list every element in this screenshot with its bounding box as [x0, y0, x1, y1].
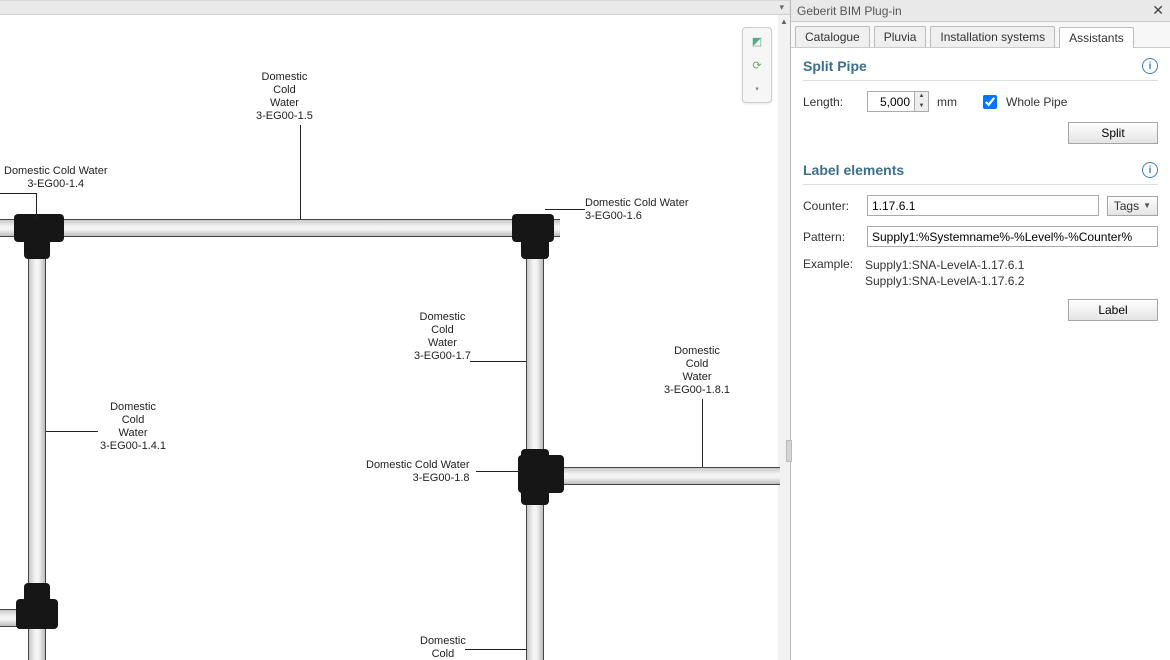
pattern-label: Pattern: [803, 230, 859, 244]
pipe-fitting-tee[interactable] [521, 487, 549, 505]
example-block: Example: Supply1:SNA-LevelA-1.17.6.1 Sup… [803, 257, 1158, 289]
info-icon[interactable]: i [1142, 162, 1158, 178]
whole-pipe-label: Whole Pipe [1006, 95, 1067, 109]
pattern-row: Pattern: [803, 226, 1158, 247]
pipe-label: Domestic Cold Water 3-EG00-1.8 [366, 459, 470, 485]
label-elements-heading: Label elements [803, 162, 904, 178]
leader-line [476, 471, 520, 472]
tab-catalogue[interactable]: Catalogue [795, 26, 870, 47]
leader-line [702, 399, 703, 467]
spinner-up-icon[interactable]: ▲ [915, 92, 928, 102]
leader-line [36, 193, 37, 219]
panel-body: Split Pipe i Length: ▲ ▼ mm Whole Pipe S… [791, 48, 1170, 660]
counter-row: Counter: Tags ▼ [803, 195, 1158, 216]
pipe-fitting-tee[interactable] [521, 449, 549, 467]
tags-button-label: Tags [1114, 199, 1139, 213]
spinner-down-icon[interactable]: ▼ [915, 102, 928, 112]
pipe-fitting-elbow[interactable] [521, 229, 549, 259]
leader-line [300, 125, 301, 219]
length-unit: mm [937, 95, 957, 109]
tags-dropdown-button[interactable]: Tags ▼ [1107, 196, 1158, 216]
divider [803, 80, 1158, 81]
pattern-input[interactable] [867, 226, 1158, 247]
panel-splitter-handle[interactable] [786, 440, 792, 462]
panel-header: Geberit BIM Plug-in ✕ [791, 0, 1170, 22]
pipe-segment[interactable] [0, 219, 560, 237]
pipe-label: Domestic Cold [420, 635, 466, 660]
canvas-titlebar: ▾ [0, 1, 790, 15]
section-title-label-elements: Label elements i [803, 162, 1158, 178]
chevron-down-icon: ▼ [1143, 201, 1151, 210]
vertical-scrollbar[interactable]: ▲ [778, 15, 790, 660]
panel-title: Geberit BIM Plug-in [797, 4, 1152, 18]
scroll-up-icon[interactable]: ▲ [778, 15, 790, 29]
pipe-label: Domestic Cold Water 3-EG00-1.4.1 [100, 401, 166, 453]
pipe-label: Domestic Cold Water 3-EG00-1.5 [256, 71, 313, 123]
length-row: Length: ▲ ▼ mm Whole Pipe [803, 91, 1158, 112]
section-title-split-pipe: Split Pipe i [803, 58, 1158, 74]
tab-pluvia[interactable]: Pluvia [874, 26, 927, 47]
tab-bar: Catalogue Pluvia Installation systems As… [791, 22, 1170, 48]
pipe-segment[interactable] [544, 467, 780, 485]
pipe-fitting-tee[interactable] [24, 229, 50, 259]
label-button[interactable]: Label [1068, 299, 1158, 321]
viewcube-icon[interactable]: ◩ [748, 32, 766, 50]
leader-line [465, 649, 527, 650]
example-label: Example: [803, 257, 859, 289]
split-pipe-heading: Split Pipe [803, 58, 867, 74]
length-spinner[interactable]: ▲ ▼ [867, 91, 929, 112]
leader-line [0, 193, 36, 194]
counter-input[interactable] [867, 195, 1099, 216]
length-input[interactable] [868, 92, 914, 111]
pipe-fitting-elbow[interactable] [24, 583, 50, 605]
split-button[interactable]: Split [1068, 122, 1158, 144]
counter-label: Counter: [803, 199, 859, 213]
example-line: Supply1:SNA-LevelA-1.17.6.1 [865, 257, 1024, 273]
pipe-label: Domestic Cold Water 3-EG00-1.6 [585, 197, 689, 223]
pipe-label: Domestic Cold Water 3-EG00-1.4 [4, 165, 108, 191]
example-line: Supply1:SNA-LevelA-1.17.6.2 [865, 273, 1024, 289]
plugin-panel: Geberit BIM Plug-in ✕ Catalogue Pluvia I… [790, 0, 1170, 660]
leader-line [545, 209, 585, 210]
view-caret-icon[interactable]: ▾ [748, 80, 766, 98]
length-label: Length: [803, 95, 859, 109]
view-navigation-widget[interactable]: ◩ ⟳ ▾ [742, 27, 772, 103]
tab-installation-systems[interactable]: Installation systems [930, 26, 1055, 47]
whole-pipe-checkbox[interactable] [983, 95, 997, 109]
options-dropdown-icon[interactable]: ▾ [779, 2, 784, 13]
close-icon[interactable]: ✕ [1152, 2, 1164, 19]
info-icon[interactable]: i [1142, 58, 1158, 74]
tab-assistants[interactable]: Assistants [1059, 27, 1134, 48]
pipe-label: Domestic Cold Water 3-EG00-1.8.1 [664, 345, 730, 397]
steering-wheel-icon[interactable]: ⟳ [748, 56, 766, 74]
pipe-label: Domestic Cold Water 3-EG00-1.7 [414, 311, 471, 363]
divider [803, 184, 1158, 185]
leader-line [470, 361, 526, 362]
drawing-canvas[interactable]: ▾ ◩ ⟳ ▾ ▲ Domestic Cold Water 3-EG00-1.4… [0, 0, 790, 660]
leader-line [46, 431, 98, 432]
